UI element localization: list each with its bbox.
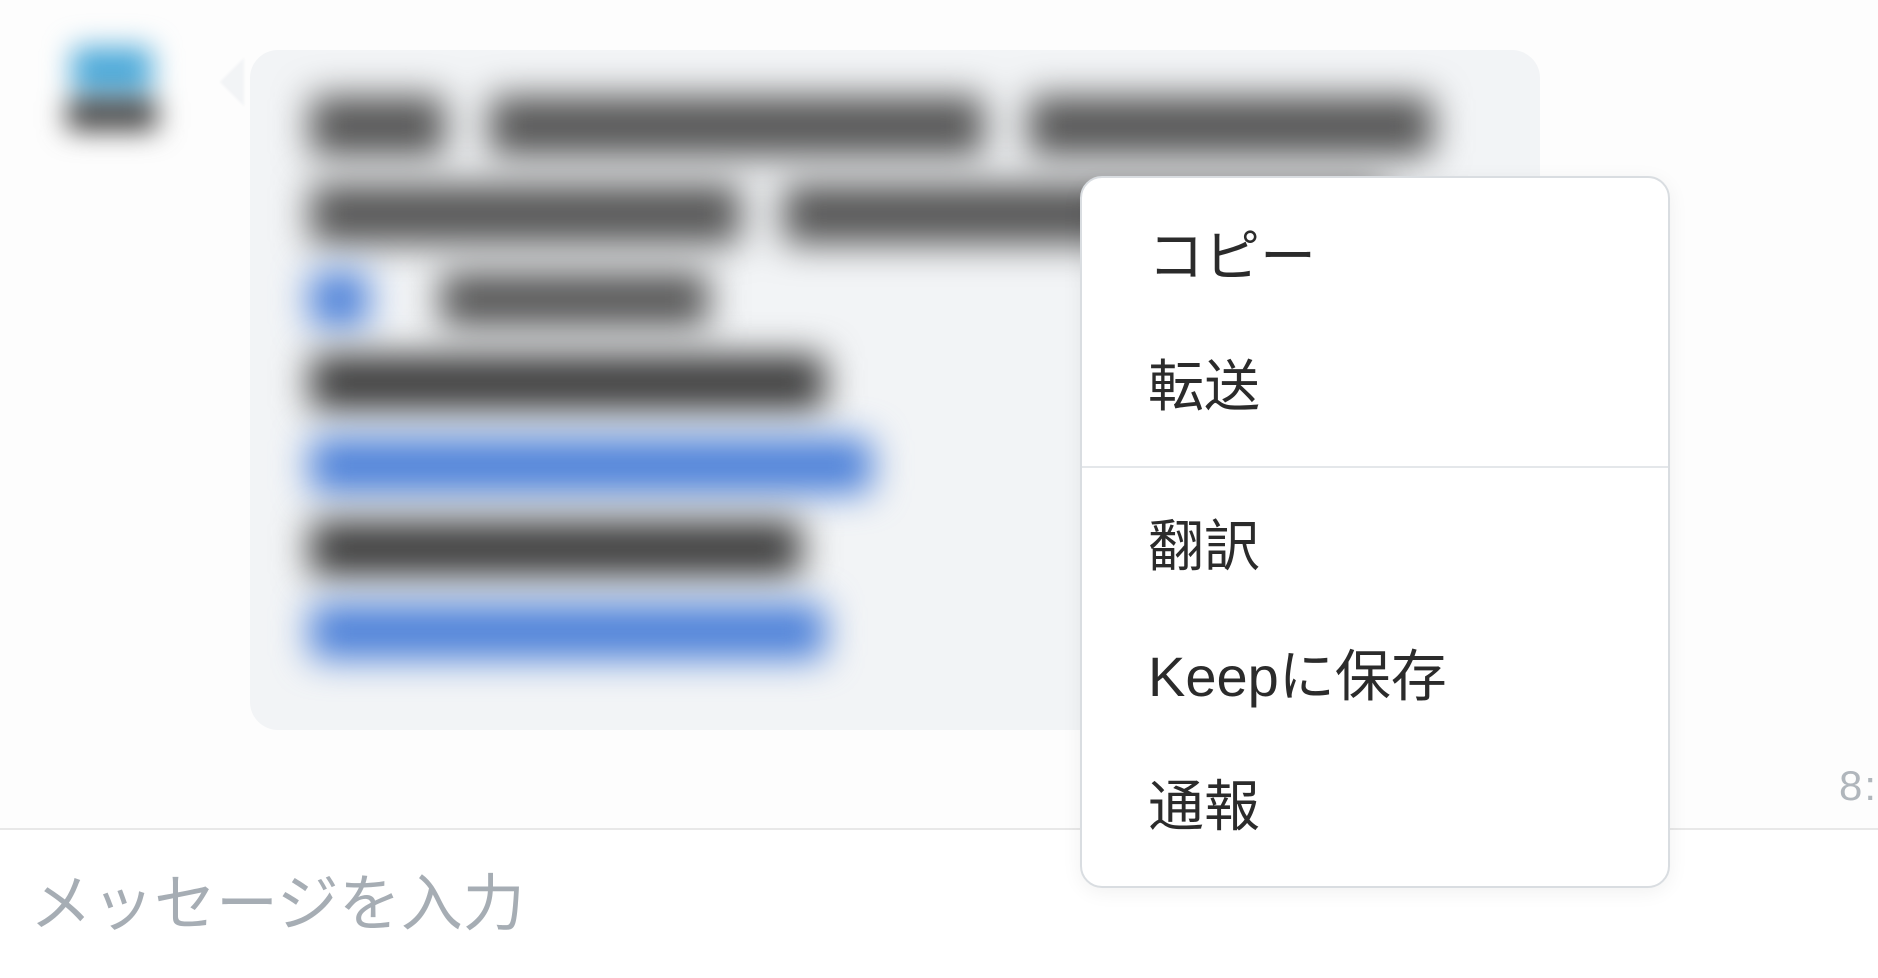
avatar-name [67,100,157,130]
message-text-line [310,355,825,410]
message-link-line[interactable] [310,438,872,493]
message-text-line [310,521,801,576]
message-timestamp: 8: [1839,762,1878,810]
message-link-line[interactable] [310,604,825,659]
message-text-line [310,96,1433,156]
message-input-bar [0,830,1878,978]
avatar[interactable] [52,18,172,158]
chat-area: 8: コピー 転送 翻訳 Keepに保存 通報 [0,0,1878,830]
context-menu-group: 翻訳 Keepに保存 通報 [1082,466,1668,886]
context-menu: コピー 転送 翻訳 Keepに保存 通報 [1080,176,1670,888]
menu-item-copy[interactable]: コピー [1082,192,1668,322]
menu-item-forward[interactable]: 転送 [1082,322,1668,452]
context-menu-group: コピー 転送 [1082,178,1668,466]
menu-item-keep[interactable]: Keepに保存 [1082,612,1668,742]
menu-item-translate[interactable]: 翻訳 [1082,482,1668,612]
message-input[interactable] [30,869,1848,940]
message-text-line [310,272,1035,327]
bubble-tail-icon [220,58,244,106]
avatar-image-icon [72,47,152,92]
